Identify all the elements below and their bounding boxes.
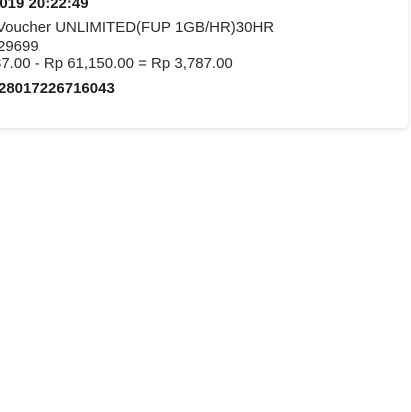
product-name: Voucher UNLIMITED(FUP 1GB/HR)30HR	[0, 19, 275, 36]
price-calculation: 37.00 - Rp 61,150.00 = Rp 3,787.00	[0, 55, 233, 72]
reference-number: 28017226716043	[0, 80, 115, 97]
screen: 2019 20:22:49 Voucher UNLIMITED(FUP 1GB/…	[0, 0, 411, 412]
transaction-datetime: 2019 20:22:49	[0, 0, 89, 12]
transaction-id: 29699	[0, 38, 39, 55]
